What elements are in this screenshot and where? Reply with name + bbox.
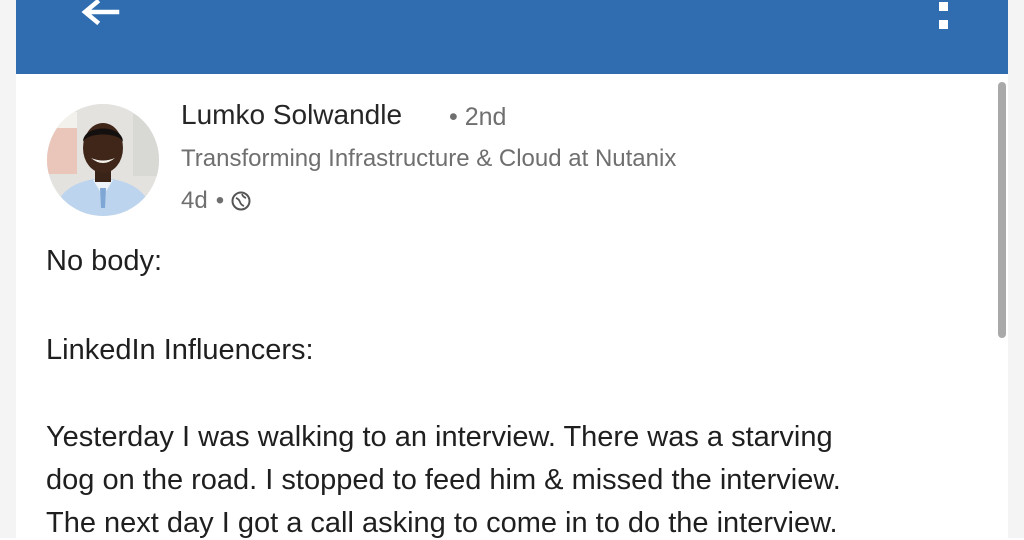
author-headline: Transforming Infrastructure & Cloud at N… <box>181 145 677 172</box>
globe-icon <box>231 191 251 211</box>
more-vertical-icon <box>939 2 948 29</box>
frame-edge-right <box>1008 0 1024 538</box>
author-avatar[interactable] <box>47 104 159 216</box>
meta-separator: • <box>215 187 225 214</box>
back-button[interactable] <box>74 0 126 30</box>
frame-edge-left <box>0 0 16 538</box>
post-body-line: LinkedIn Influencers: <box>46 334 314 366</box>
connection-degree: • 2nd <box>449 103 507 131</box>
post-body-line: dog on the road. I stopped to feed him &… <box>46 464 841 496</box>
back-arrow-icon <box>81 0 120 26</box>
overflow-menu-button[interactable] <box>930 0 958 36</box>
author-name[interactable]: Lumko Solwandle <box>181 99 402 131</box>
scrollbar-thumb[interactable] <box>998 82 1006 338</box>
post-body-line: No body: <box>46 245 163 277</box>
post-meta: 4d • <box>181 186 252 216</box>
post-body-line: The next day I got a call asking to come… <box>46 507 838 539</box>
post-age: 4d <box>181 187 208 214</box>
post-body-line: Yesterday I was walking to an interview.… <box>46 421 833 453</box>
app-bar <box>16 0 1008 74</box>
post-screen: Lumko Solwandle • 2nd Transforming Infra… <box>0 0 1024 539</box>
